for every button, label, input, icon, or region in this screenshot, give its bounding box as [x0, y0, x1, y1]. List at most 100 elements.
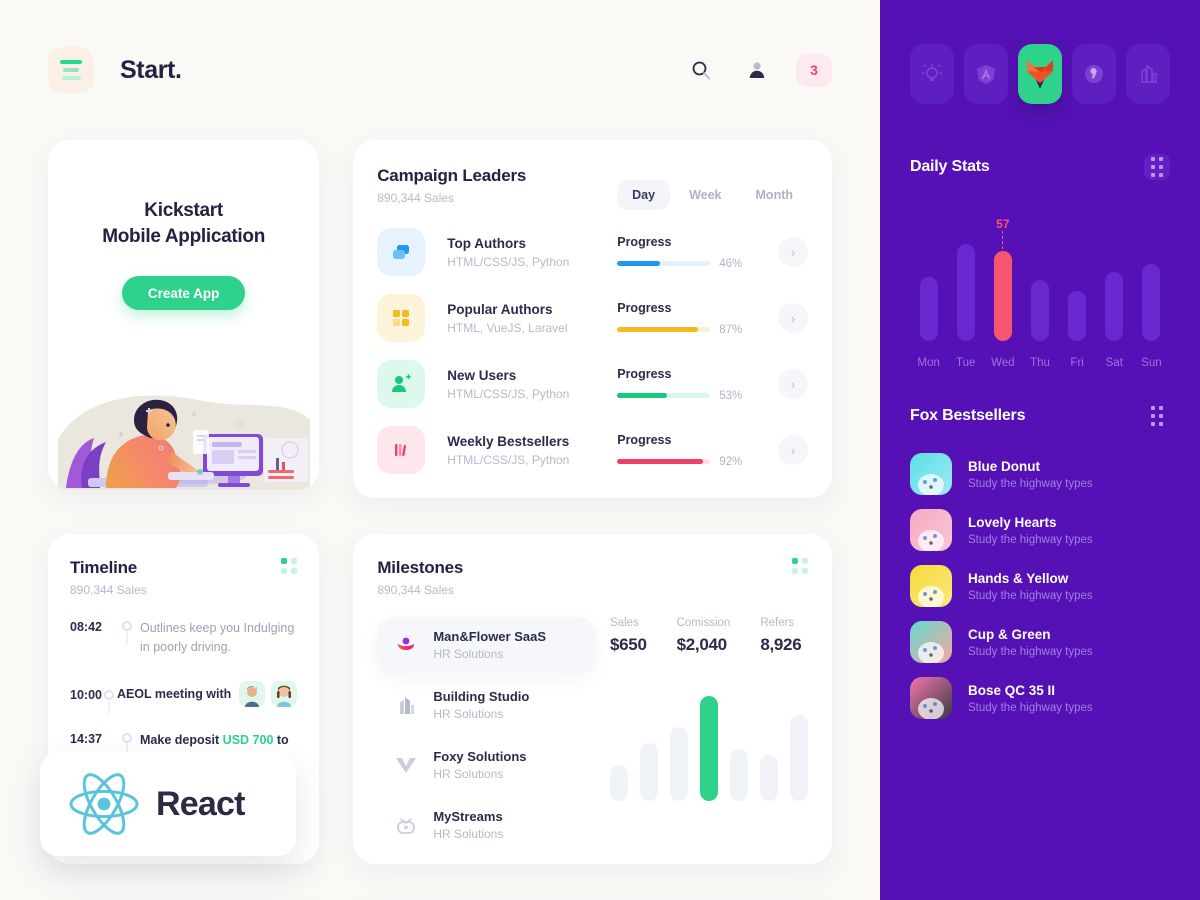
chevron-right-icon[interactable]: ›	[778, 435, 808, 465]
campaign-header: Campaign Leaders 890,344 Sales Day Week …	[377, 166, 808, 210]
create-app-button[interactable]: Create App	[121, 276, 246, 311]
chat-bubbles-icon	[377, 228, 426, 276]
bar-column: Thu	[1021, 279, 1058, 369]
tab-month[interactable]: Month	[741, 180, 808, 210]
right-sidebar: Daily Stats Mon Tue 57 Wed Thu Fri Sat Sun Fox …	[880, 0, 1200, 900]
daily-stats-title: Daily Stats	[910, 158, 990, 175]
chevron-right-icon[interactable]: ›	[778, 369, 808, 399]
campaign-row-name: Weekly Bestsellers	[447, 433, 570, 449]
bar	[1068, 290, 1087, 341]
list-item[interactable]: Hands & Yellow Study the highway types	[910, 565, 1170, 607]
progress-bar	[617, 393, 711, 398]
stat-value: $2,040	[676, 635, 728, 654]
top-header: Start. 3	[48, 0, 832, 140]
flower-icon	[391, 634, 421, 656]
daily-stats-bar-chart: Mon Tue 57 Wed Thu Fri Sat Sun	[910, 217, 1170, 369]
tv-play-icon	[391, 814, 421, 836]
grid-dots-icon[interactable]	[1144, 154, 1170, 180]
bestseller-name: Blue Donut	[968, 458, 1040, 474]
grid-dots-icon[interactable]	[792, 558, 808, 574]
campaign-row-name: Popular Authors	[447, 301, 553, 317]
campaign-row[interactable]: Popular Authors HTML, VueJS, Laravel Pro…	[377, 294, 808, 342]
sidebar-item-fox[interactable]	[1018, 44, 1062, 104]
react-badge[interactable]: React	[40, 752, 296, 856]
milestones-bar-chart	[610, 681, 808, 801]
chevron-right-icon[interactable]: ›	[778, 237, 808, 267]
timeline-text: AEOL meeting with	[116, 686, 232, 701]
list-item[interactable]: Blue Donut Study the highway types	[910, 453, 1170, 495]
list-item[interactable]: Bose QC 35 II Study the highway types	[910, 677, 1170, 719]
bar-column: 57 Wed	[984, 217, 1021, 369]
avatar	[271, 681, 298, 707]
grid-dots-icon[interactable]	[281, 558, 298, 574]
grid-dots-icon[interactable]	[1144, 403, 1170, 429]
progress-bar	[617, 261, 711, 266]
timeline-text-before: Make deposit	[140, 733, 223, 747]
bar	[919, 276, 938, 341]
campaign-subtitle: 890,344 Sales	[377, 191, 454, 205]
bestseller-name: Bose QC 35 II	[968, 682, 1056, 698]
campaign-row-tech: HTML, VueJS, Laravel	[447, 320, 568, 335]
company-sub: HR Solutions	[433, 827, 504, 841]
bestsellers-list: Blue Donut Study the highway types Lovely …	[910, 453, 1170, 719]
campaign-leaders-card: Campaign Leaders 890,344 Sales Day Week …	[353, 140, 832, 498]
dashboard-row-1: Kickstart Mobile Application Create App	[48, 140, 832, 498]
campaign-row[interactable]: Weekly Bestsellers HTML/CSS/JS, Python P…	[377, 426, 808, 474]
bose-qc-thumb	[910, 677, 952, 719]
list-item[interactable]: Building Studio HR Solutions	[377, 677, 596, 733]
list-item[interactable]: 10:00 AEOL meeting with	[70, 675, 298, 714]
campaign-row-tech: HTML/CSS/JS, Python	[447, 386, 570, 401]
sidebar-item-angular[interactable]	[964, 44, 1008, 104]
search-icon[interactable]	[684, 53, 718, 87]
timeline-avatars	[239, 681, 298, 707]
stat-label: Comission	[676, 617, 731, 629]
sidebar-item-nine[interactable]	[1072, 44, 1116, 104]
progress-label: Progress	[617, 300, 672, 315]
stat-value: 8,926	[760, 635, 802, 654]
list-item[interactable]: MyStreams HR Solutions	[377, 797, 596, 853]
sidebar-item-building[interactable]	[1126, 44, 1170, 104]
list-item[interactable]: Cup & Green Study the highway types	[910, 621, 1170, 663]
bestseller-name: Hands & Yellow	[968, 570, 1069, 586]
timeline-time: 10:00	[70, 687, 102, 702]
main-content: Start. 3 Kickstart Mobile Application Cr…	[0, 0, 880, 900]
nine-circle-icon	[1085, 65, 1103, 83]
campaign-row-tech: HTML/CSS/JS, Python	[447, 452, 570, 467]
peak-value-label: 57	[996, 217, 1010, 232]
list-item[interactable]: Lovely Hearts Study the highway types	[910, 509, 1170, 551]
list-item[interactable]: Man&Flower SaaS HR Solutions	[377, 617, 596, 673]
avatar	[239, 681, 266, 707]
bar	[610, 765, 628, 801]
company-sub: HR Solutions	[433, 707, 504, 721]
notification-badge[interactable]: 3	[796, 53, 832, 87]
tab-week[interactable]: Week	[674, 180, 736, 210]
bestseller-sub: Study the highway types	[968, 645, 1093, 658]
campaign-row[interactable]: Top Authors HTML/CSS/JS, Python Progress…	[377, 228, 808, 276]
lightbulb-icon	[921, 63, 943, 81]
milestones-subtitle: 890,344 Sales	[377, 583, 455, 597]
bar-column: Sun	[1133, 264, 1170, 369]
chevron-right-icon[interactable]: ›	[778, 303, 808, 333]
user-icon[interactable]	[740, 53, 774, 87]
company-sub: HR Solutions	[433, 647, 504, 661]
milestones-company-list: Man&Flower SaaS HR Solutions Building St…	[377, 617, 596, 857]
bar-label: Thu	[1030, 357, 1050, 369]
sidebar-nav	[910, 44, 1170, 104]
campaign-title: Campaign Leaders	[377, 166, 527, 185]
daily-stats-header: Daily Stats	[910, 154, 1170, 180]
progress-percent: 53%	[719, 389, 743, 402]
company-name: Man&Flower SaaS	[433, 629, 547, 644]
tab-day[interactable]: Day	[617, 180, 671, 210]
bar-label: Sun	[1141, 357, 1162, 369]
progress-bar	[617, 459, 711, 464]
list-item[interactable]: Foxy Solutions HR Solutions	[377, 737, 596, 793]
developer-at-desk-illustration	[58, 395, 310, 490]
list-item[interactable]: 08:42 Outlines keep you Indulging in poo…	[70, 619, 297, 657]
sidebar-item-lightbulb[interactable]	[910, 44, 954, 104]
hamburger-logo-icon[interactable]	[48, 47, 94, 93]
campaign-row[interactable]: New Users HTML/CSS/JS, Python Progress 5…	[377, 360, 808, 408]
bar	[790, 715, 808, 801]
bar	[993, 251, 1012, 341]
stat-value: $650	[610, 635, 647, 654]
company-name: Foxy Solutions	[433, 749, 527, 764]
